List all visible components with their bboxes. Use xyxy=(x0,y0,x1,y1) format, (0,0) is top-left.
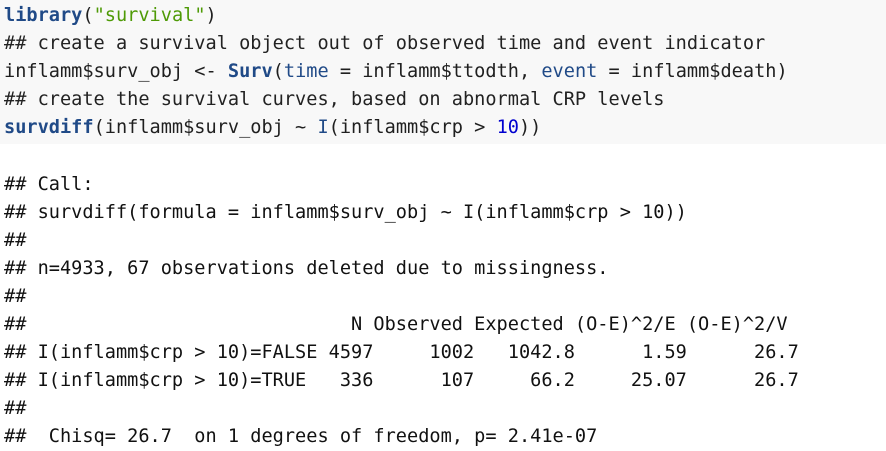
paren-open: ( xyxy=(82,5,94,26)
i-function: I xyxy=(317,117,329,138)
code-block: library("survival") ## create a survival… xyxy=(0,0,886,144)
survdiff-close: )) xyxy=(518,117,542,138)
paren-close: ) xyxy=(205,5,217,26)
output-table-header: ## N Observed Expected (O-E)^2/E (O-E)^2… xyxy=(4,314,788,335)
survdiff-formula-lhs: (inflamm$surv_obj ~ xyxy=(93,117,318,138)
crp-condition: (inflamm$crp > xyxy=(328,117,497,138)
survdiff-function: survdiff xyxy=(4,117,94,138)
time-value: = inflamm$ttodth, xyxy=(328,61,542,82)
code-line-surv: inflamm$surv_obj <- Surv(time = inflamm$… xyxy=(4,58,788,86)
surv-function: Surv xyxy=(227,61,273,82)
library-function: library xyxy=(4,5,83,26)
output-line: ## survdiff(formula = inflamm$surv_obj ~… xyxy=(4,202,687,223)
surv-open: ( xyxy=(272,61,284,82)
time-arg: time xyxy=(283,61,329,82)
output-table-row: ## I(inflamm$crp > 10)=FALSE 4597 1002 1… xyxy=(4,342,799,363)
output-line: ## n=4933, 67 observations deleted due t… xyxy=(4,258,609,279)
output-line: ## xyxy=(4,286,27,307)
survival-string: "survival" xyxy=(93,5,206,26)
event-value: = inflamm$death) xyxy=(597,61,788,82)
code-line-survdiff: survdiff(inflamm$surv_obj ~ I(inflamm$cr… xyxy=(4,114,541,142)
assign-target: inflamm$surv_obj <- xyxy=(4,61,228,82)
code-line-library: library("survival") xyxy=(4,2,217,30)
output-line: ## xyxy=(4,398,27,419)
code-comment-survival-curves: ## create the survival curves, based on … xyxy=(4,89,665,110)
threshold-number: 10 xyxy=(496,117,519,138)
output-line: ## Call: xyxy=(4,174,94,195)
output-line: ## xyxy=(4,230,27,251)
event-arg: event xyxy=(541,61,598,82)
code-comment-survival-object: ## create a survival object out of obser… xyxy=(4,33,766,54)
output-table-row: ## I(inflamm$crp > 10)=TRUE 336 107 66.2… xyxy=(4,370,799,391)
